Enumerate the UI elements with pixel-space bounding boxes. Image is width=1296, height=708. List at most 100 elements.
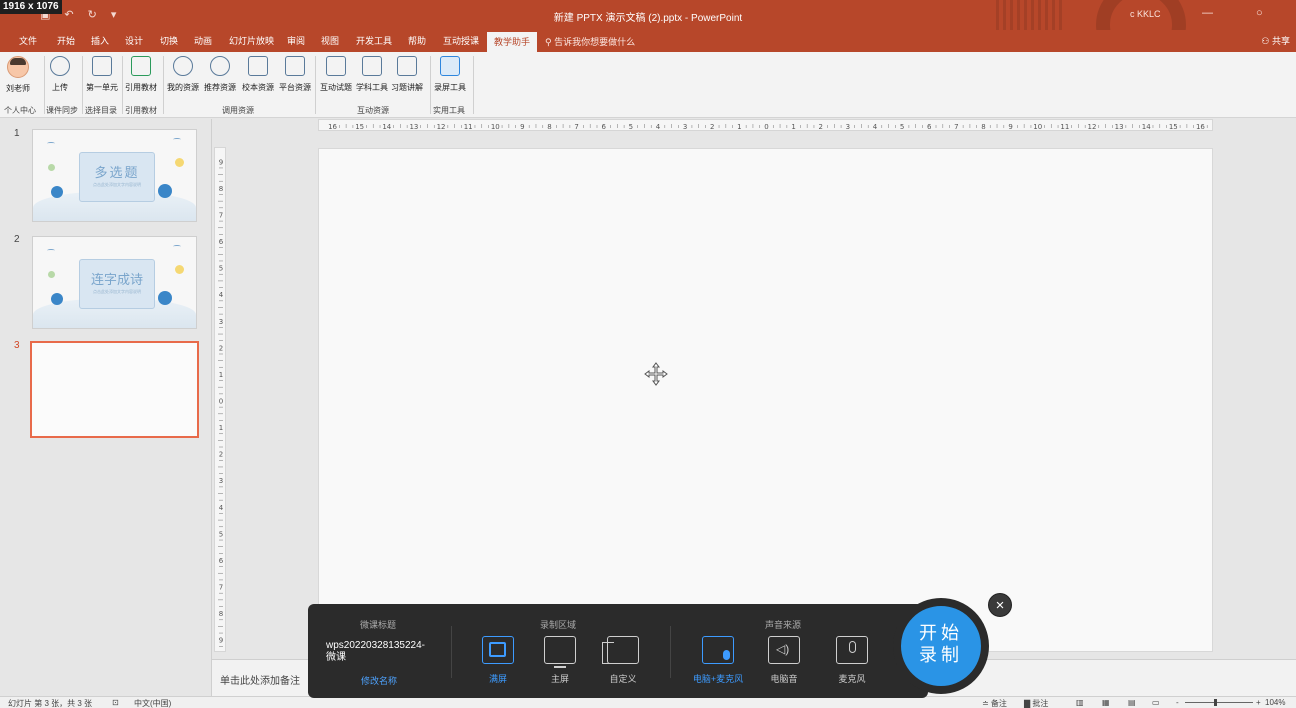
area-main-screen-option[interactable]: 主屏 <box>532 636 588 685</box>
thumb-title: 连字成诗 <box>90 272 143 287</box>
subject-tools-button[interactable]: 学科工具 <box>356 56 388 93</box>
comments-toggle[interactable]: ▇ 批注 <box>1024 698 1048 708</box>
tab-teaching-assistant[interactable]: 教学助手 <box>487 32 538 52</box>
group-divider <box>315 56 316 114</box>
ruler-tick-label: 15 <box>1169 123 1178 131</box>
minimize-button[interactable]: — <box>1202 7 1213 19</box>
tab-review[interactable]: 审阅 <box>287 34 305 47</box>
ruler-tick-label: 11 <box>464 123 473 131</box>
normal-view-icon[interactable]: ▥ <box>1076 698 1084 707</box>
tools-icon <box>362 56 382 76</box>
group-utilities: 实用工具 <box>433 106 465 115</box>
fullscreen-label: 满屏 <box>488 674 507 684</box>
unit-icon <box>92 56 112 76</box>
sorter-view-icon[interactable]: ▦ <box>1102 698 1110 707</box>
share-button[interactable]: ⚇ 共享 <box>1261 34 1290 47</box>
mic-label: 麦克风 <box>838 674 866 684</box>
thumb-title: 多选题 <box>94 165 140 180</box>
ribbon: 刘老师 上传 第一单元 引用教材 我的资源 推荐资源 校本资源 平台资源 互动试… <box>0 52 1296 118</box>
my-resources-button[interactable]: 我的资源 <box>167 56 199 93</box>
language-indicator[interactable]: 中文(中国) <box>134 698 171 708</box>
slide-thumbnail-3[interactable] <box>30 341 199 438</box>
reading-view-icon[interactable]: ▤ <box>1128 698 1136 707</box>
rename-link[interactable]: 修改名称 <box>361 674 397 687</box>
ruler-tick-label: 12 <box>1087 123 1096 131</box>
leaf-decoration <box>48 164 55 171</box>
zoom-out-button[interactable]: - <box>1176 698 1179 707</box>
slide-thumbnail-2[interactable]: 连字成诗 点击此处添加文字内容说明 <box>32 236 197 329</box>
zoom-slider-handle[interactable] <box>1214 699 1217 706</box>
zoom-level[interactable]: 104% <box>1265 698 1285 707</box>
area-custom-option[interactable]: 自定义 <box>595 636 651 685</box>
exercise-explain-label: 习题讲解 <box>391 83 423 92</box>
ruler-tick-label: 5 <box>219 530 223 538</box>
microphone-icon <box>836 636 868 664</box>
recommended-resources-button[interactable]: 推荐资源 <box>204 56 236 93</box>
slide-canvas[interactable] <box>318 148 1213 652</box>
teacher-profile-button[interactable]: 刘老师 <box>6 56 30 94</box>
exercise-explain-button[interactable]: 习题讲解 <box>391 56 423 93</box>
tab-insert[interactable]: 插入 <box>91 34 109 47</box>
computer-audio-label: 电脑音 <box>770 674 798 684</box>
audio-computer-mic-option[interactable]: 电脑+麦克风 <box>690 636 746 685</box>
area-section-header: 录制区域 <box>540 620 577 630</box>
vertical-ruler-ticks: 9 8 7 6 5 4 3 2 1 0 1 2 3 4 5 6 7 8 9 <box>218 158 224 647</box>
ruler-tick-label: 9 <box>219 158 223 166</box>
tell-me-search[interactable]: ⚲ 告诉我你想要做什么 <box>545 35 635 48</box>
close-window-button[interactable]: ○ <box>1256 7 1263 19</box>
section-divider <box>451 626 452 678</box>
notes-toggle[interactable]: ≐ 备注 <box>982 698 1007 708</box>
upload-button[interactable]: 上传 <box>50 56 70 93</box>
ruler-tick-label: 5 <box>219 265 223 273</box>
cite-material-button[interactable]: 引用教材 <box>125 56 157 93</box>
tab-transitions[interactable]: 切换 <box>160 34 178 47</box>
group-call-resources: 调用资源 <box>222 106 254 115</box>
ruler-tick-label: 1 <box>737 123 741 131</box>
unit-select-button[interactable]: 第一单元 <box>86 56 118 93</box>
subject-tools-label: 学科工具 <box>356 83 388 92</box>
chart-icon <box>285 56 305 76</box>
close-recorder-icon[interactable]: × <box>988 593 1012 617</box>
slideshow-view-icon[interactable]: ▭ <box>1152 698 1160 707</box>
ruler-tick-label: 15 <box>355 123 364 131</box>
exercise-icon <box>397 56 417 76</box>
tab-help[interactable]: 帮助 <box>408 34 426 47</box>
start-recording-button[interactable]: 开始 录制 <box>893 598 989 694</box>
slide-thumbnail-1[interactable]: 多选题 点击此处添加文字内容说明 <box>32 129 197 222</box>
ruler-tick-label: 7 <box>574 123 578 131</box>
ruler-tick-label: 4 <box>656 123 661 131</box>
tab-design[interactable]: 设计 <box>125 34 143 47</box>
tab-interactive[interactable]: 互动授课 <box>443 34 479 47</box>
tab-developer[interactable]: 开发工具 <box>356 34 392 47</box>
platform-resources-label: 平台资源 <box>279 83 311 92</box>
area-fullscreen-option[interactable]: 满屏 <box>470 636 526 685</box>
user-account[interactable]: c KKLC <box>1130 9 1161 19</box>
tab-file[interactable]: 文件 <box>19 34 37 47</box>
zoom-in-button[interactable]: + <box>1256 698 1261 707</box>
group-select-catalog: 选择目录 <box>85 106 117 115</box>
audio-computer-option[interactable]: ◁) 电脑音 <box>756 636 812 685</box>
spellcheck-icon[interactable]: ⊡ <box>112 698 119 707</box>
ruler-tick-label: 4 <box>873 123 878 131</box>
tab-view[interactable]: 视图 <box>321 34 339 47</box>
ribbon-tabs: 文件 开始 插入 设计 切换 动画 幻灯片放映 审阅 视图 开发工具 帮助 互动… <box>0 30 1296 52</box>
tab-animations[interactable]: 动画 <box>194 34 212 47</box>
platform-resources-button[interactable]: 平台资源 <box>279 56 311 93</box>
tree-decoration <box>158 291 172 305</box>
ruler-tick-label: 7 <box>219 211 223 219</box>
ruler-tick-label: 9 <box>520 123 524 131</box>
section-divider <box>670 626 671 678</box>
zoom-slider[interactable] <box>1185 702 1253 703</box>
record-screen-icon <box>440 56 460 76</box>
ruler-tick-label: 13 <box>1115 123 1124 131</box>
recommended-label: 推荐资源 <box>204 83 236 92</box>
screen-record-button[interactable]: 录屏工具 <box>434 56 466 93</box>
school-resources-button[interactable]: 校本资源 <box>242 56 274 93</box>
tab-home[interactable]: 开始 <box>57 34 75 47</box>
tab-slideshow[interactable]: 幻灯片放映 <box>229 34 274 47</box>
ruler-tick-label: 1 <box>219 424 223 432</box>
interactive-quiz-button[interactable]: 互动试题 <box>320 56 352 93</box>
audio-mic-option[interactable]: 麦克风 <box>824 636 880 685</box>
ruler-tick-label: 3 <box>219 318 223 326</box>
group-divider <box>473 56 474 114</box>
